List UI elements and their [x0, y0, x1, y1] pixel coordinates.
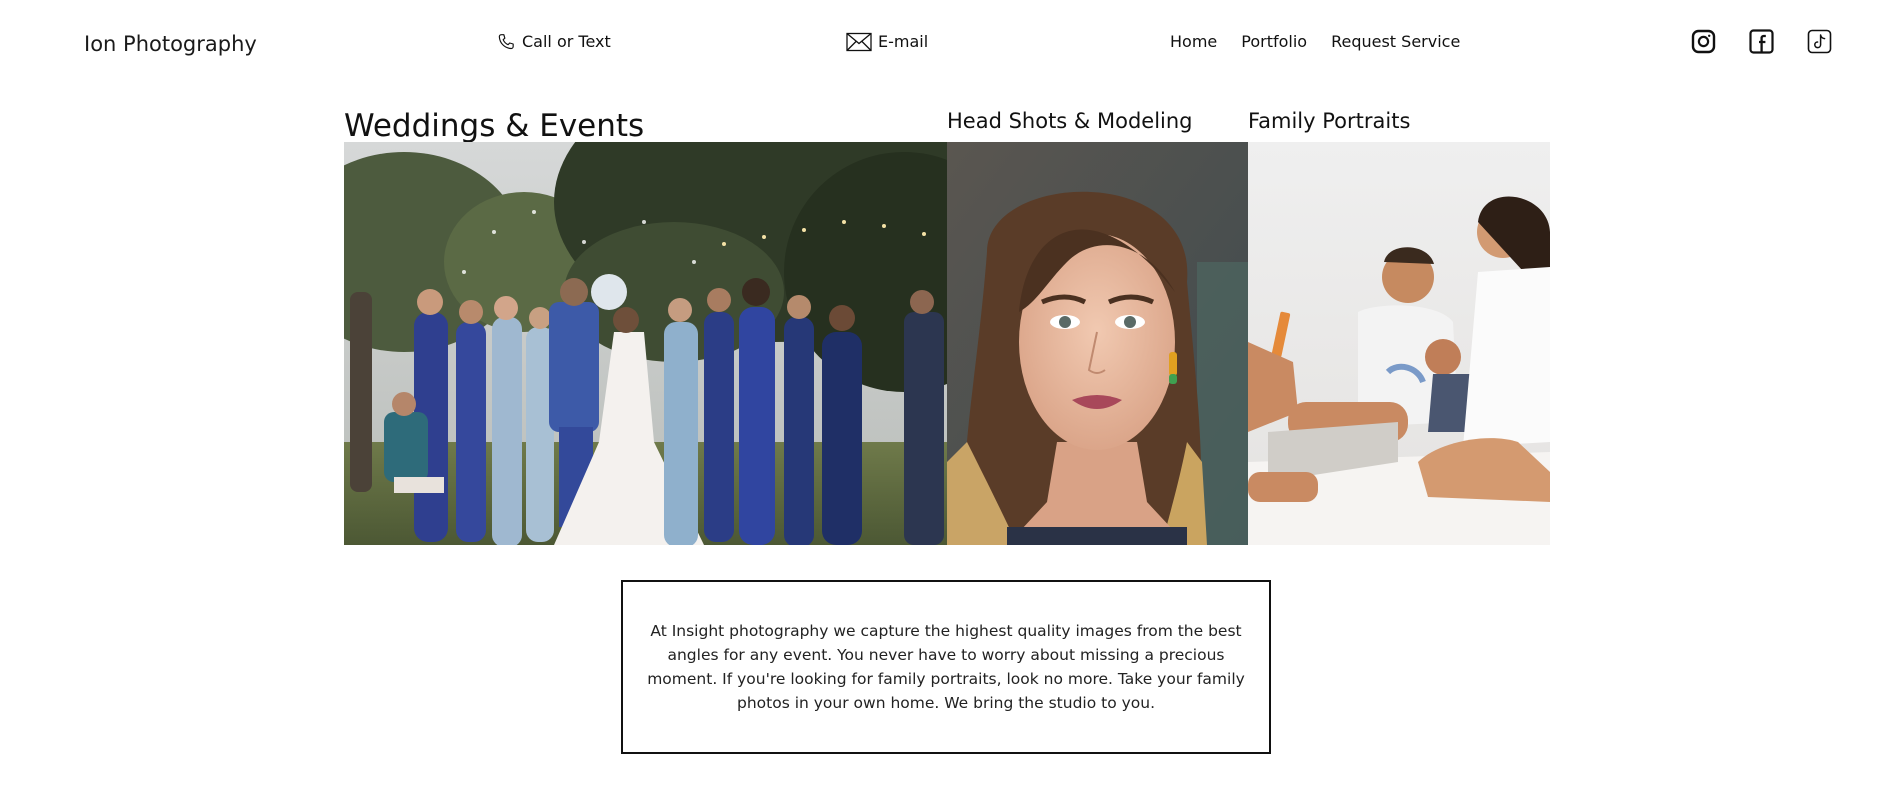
nav-item-request-service[interactable]: Request Service [1331, 30, 1460, 54]
call-or-text-label: Call or Text [522, 32, 611, 51]
family-portraits-title: Family Portraits [1248, 109, 1411, 133]
headshots-modeling-title: Head Shots & Modeling [947, 109, 1193, 133]
headshot-photo[interactable] [947, 142, 1248, 545]
social-links [1690, 28, 1833, 55]
about-box: At Insight photography we capture the hi… [621, 580, 1271, 754]
instagram-icon[interactable] [1690, 28, 1717, 55]
weddings-photo[interactable] [344, 142, 947, 545]
family-portraits-photo[interactable] [1248, 142, 1550, 545]
brand-logo[interactable]: Ion Photography [84, 30, 257, 58]
email-link[interactable]: E-mail [846, 30, 928, 54]
email-label: E-mail [878, 32, 929, 51]
weddings-events-title: Weddings & Events [344, 108, 645, 144]
call-or-text-link[interactable]: Call or Text [496, 30, 611, 54]
facebook-icon[interactable] [1748, 28, 1775, 55]
phone-icon [496, 32, 516, 52]
nav-item-portfolio[interactable]: Portfolio [1241, 30, 1307, 54]
about-text: At Insight photography we capture the hi… [647, 622, 1245, 712]
tiktok-icon[interactable] [1806, 28, 1833, 55]
main-nav: Home Portfolio Request Service [1170, 30, 1460, 54]
envelope-icon [846, 32, 872, 52]
nav-item-home[interactable]: Home [1170, 30, 1217, 54]
